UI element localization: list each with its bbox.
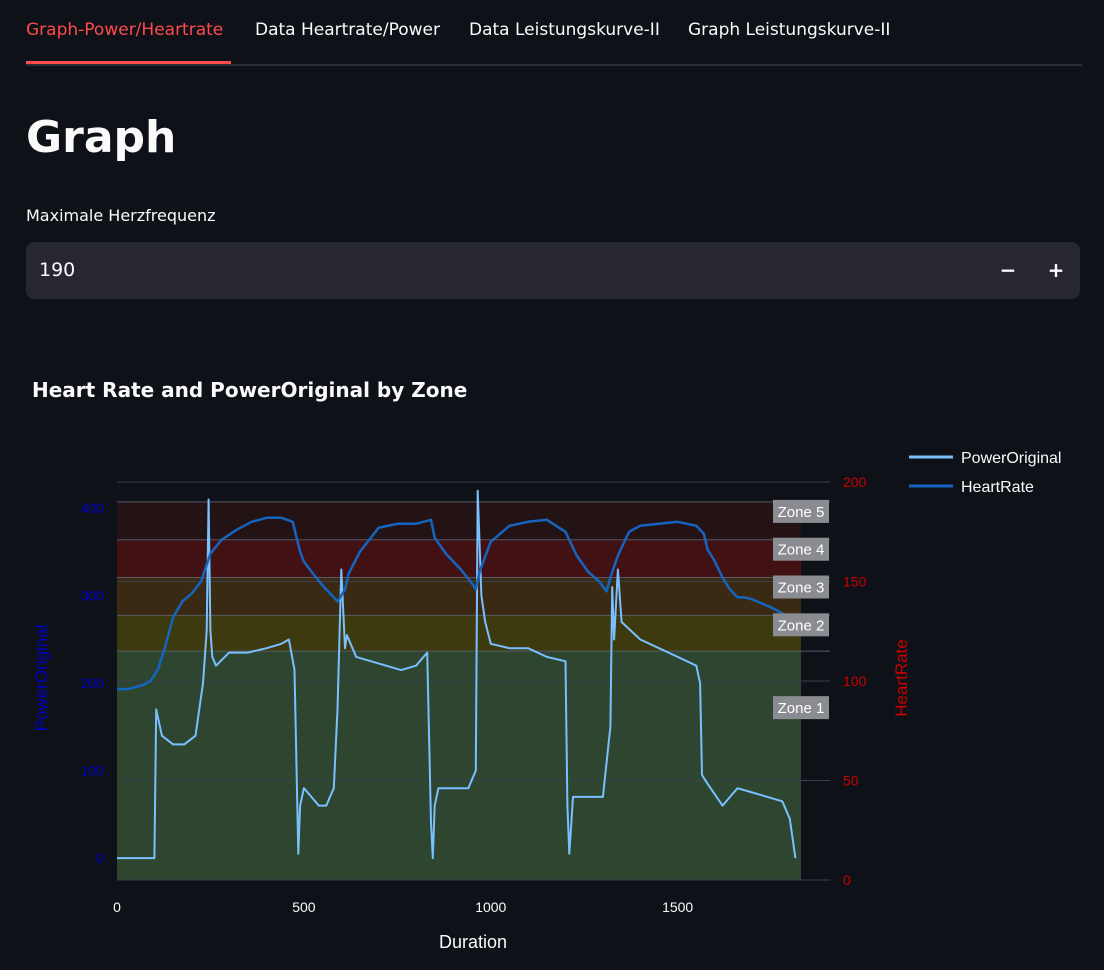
page-title: Graph <box>26 112 177 163</box>
zone-band-5 <box>117 501 801 540</box>
zone-band-3 <box>117 577 801 616</box>
max-hr-label: Maximale Herzfrequenz <box>26 206 216 225</box>
y-left-tick-label: 200 <box>81 675 105 691</box>
y-left-tick-label: 300 <box>81 588 105 604</box>
y-right-tick-label: 0 <box>843 872 851 888</box>
legend-label: PowerOriginal <box>961 450 1061 467</box>
legend-label: HeartRate <box>961 479 1034 496</box>
tab-data-leistungskurve[interactable]: Data Leistungskurve-II <box>469 20 660 40</box>
x-tick-label: 1500 <box>662 899 693 915</box>
y-left-tick-label: 100 <box>81 763 105 779</box>
max-hr-number-input[interactable]: 190 − + <box>26 242 1080 299</box>
tab-graph-power-heartrate[interactable]: Graph-Power/Heartrate <box>26 20 223 40</box>
y-left-tick-label: 400 <box>81 500 105 516</box>
x-tick-label: 1000 <box>475 899 506 915</box>
zone-band-1 <box>117 651 801 880</box>
x-tick-label: 0 <box>113 899 121 915</box>
y-right-tick-label: 100 <box>843 673 867 689</box>
y-right-tick-label: 200 <box>843 474 867 490</box>
chart-title: Heart Rate and PowerOriginal by Zone <box>32 378 468 402</box>
zone-label: Zone 1 <box>778 700 825 717</box>
zone-label: Zone 4 <box>778 542 825 559</box>
zone-label: Zone 2 <box>778 617 825 634</box>
active-tab-indicator <box>26 61 231 64</box>
max-hr-value[interactable]: 190 <box>39 259 75 281</box>
zone-label: Zone 5 <box>778 504 825 521</box>
zone-band-4 <box>117 539 801 578</box>
y-right-tick-label: 50 <box>843 773 859 789</box>
increment-button[interactable]: + <box>1038 252 1074 288</box>
y-left-tick-label: 0 <box>96 850 104 866</box>
x-axis-title: Duration <box>439 932 507 952</box>
tab-bar: Graph-Power/Heartrate Data Heartrate/Pow… <box>26 0 1082 66</box>
decrement-button[interactable]: − <box>990 252 1026 288</box>
tab-graph-leistungskurve[interactable]: Graph Leistungskurve-II <box>688 20 890 40</box>
zone-band-2 <box>117 615 801 652</box>
chart: Zone 1Zone 2Zone 3Zone 4Zone 50 500 1000 15… <box>32 450 1061 952</box>
y-left-axis-title: PowerOriginal <box>32 625 51 732</box>
y-right-tick-label: 150 <box>843 574 867 590</box>
x-tick-label: 500 <box>292 899 316 915</box>
y-right-axis-title: HeartRate <box>892 639 911 716</box>
zone-label: Zone 3 <box>778 580 825 597</box>
tab-data-heartrate-power[interactable]: Data Heartrate/Power <box>255 20 440 40</box>
